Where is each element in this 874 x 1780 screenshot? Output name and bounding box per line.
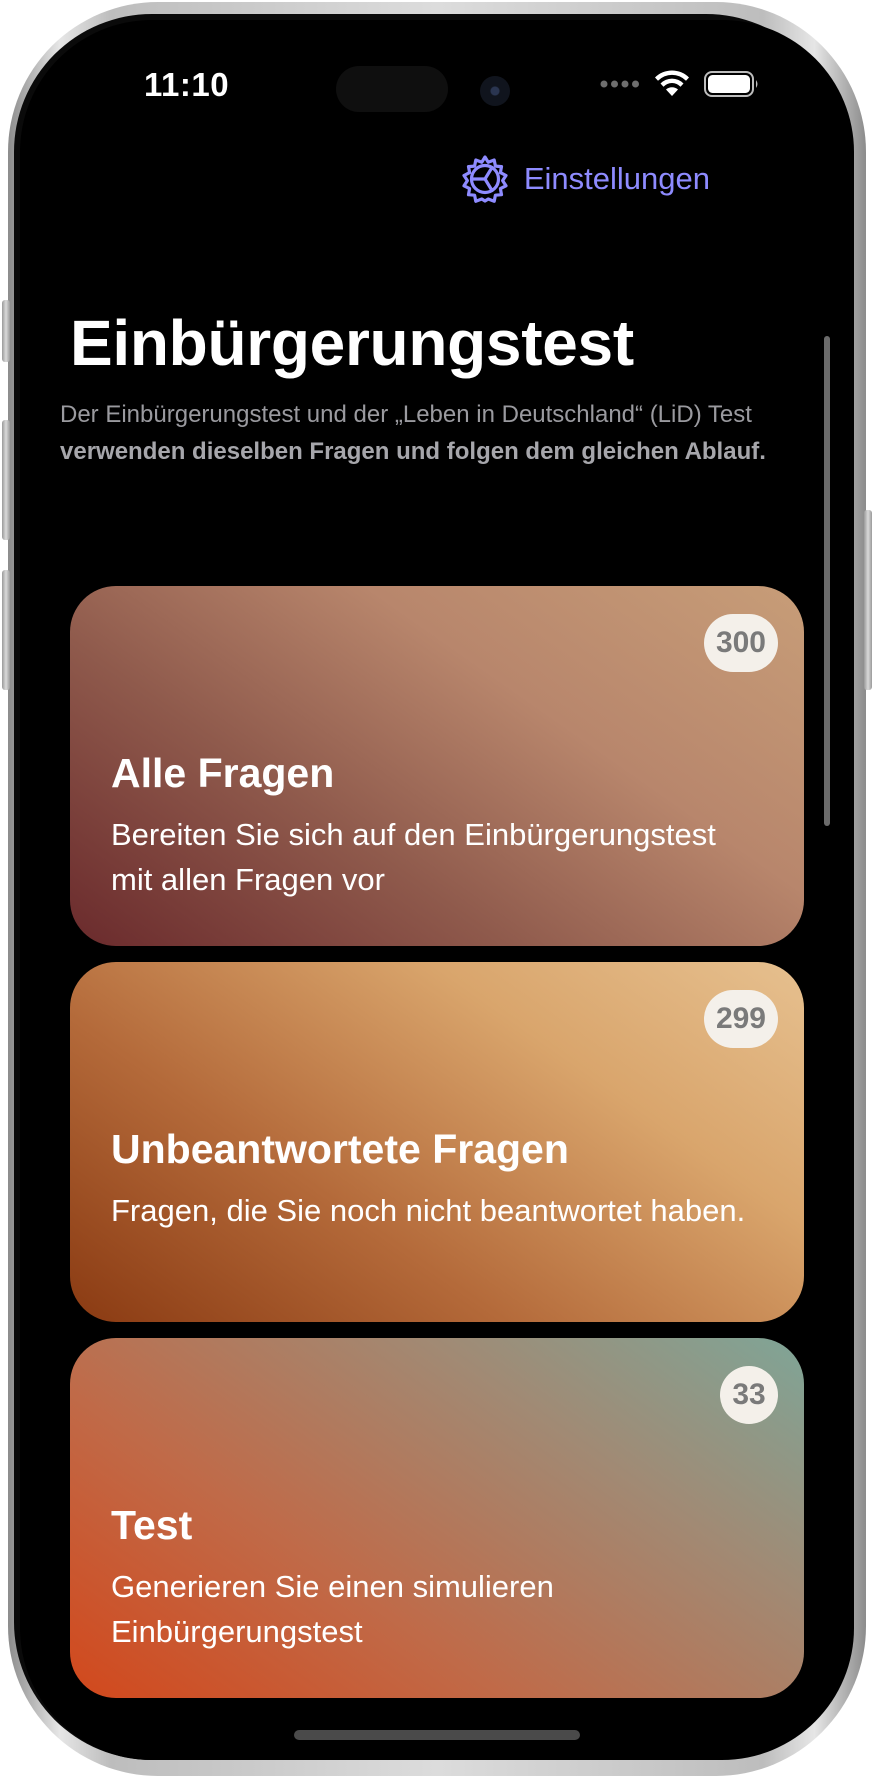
signal-dots-icon [600,80,639,88]
intro-text: Der Einbürgerungstest und der „Leben in … [60,396,840,470]
card-description: Bereiten Sie sich auf den Einbürgerungst… [111,817,716,897]
dynamic-island [316,56,566,130]
power-button [864,510,872,690]
home-indicator[interactable] [294,1730,580,1740]
settings-button[interactable]: Einstellungen [460,154,710,204]
card-description: Generieren Sie einen simulieren Einbürge… [111,1569,554,1649]
camera-icon [480,76,510,106]
status-time: 11:10 [144,66,230,103]
card-all-questions[interactable]: 300 Alle Fragen Bereiten Sie sich auf de… [70,586,804,946]
settings-label: Einstellungen [523,161,710,196]
battery-icon [704,71,758,97]
card-title: Unbeantwortete Fragen [111,1126,569,1172]
card-test[interactable]: 33 Test Generieren Sie einen simulieren … [70,1338,804,1698]
page-title: Einbürgerungstest [70,307,634,379]
intro-bold: verwenden dieselben Fragen und folgen de… [60,438,766,465]
card-title: Alle Fragen [111,750,335,796]
count-badge: 299 [703,990,778,1048]
volume-up-button [2,420,10,540]
scroll-indicator[interactable] [824,336,830,826]
volume-down-button [2,570,10,690]
card-description: Fragen, die Sie noch nicht beantwortet h… [111,1193,746,1228]
card-unanswered-questions[interactable]: 299 Unbeantwortete Fragen Fragen, die Si… [70,962,804,1322]
island-sensor [336,66,448,112]
count-badge: 300 [703,614,778,672]
card-title: Test [111,1502,193,1548]
app-screen: 11:10 Einstellungen Einbürgerungstest De… [20,20,854,1760]
status-icons [600,70,760,98]
wifi-icon [655,70,689,96]
action-button [2,300,10,362]
gear-icon [462,155,508,203]
count-badge: 33 [720,1366,778,1424]
intro-plain: Der Einbürgerungstest und der „Leben in … [60,401,752,428]
